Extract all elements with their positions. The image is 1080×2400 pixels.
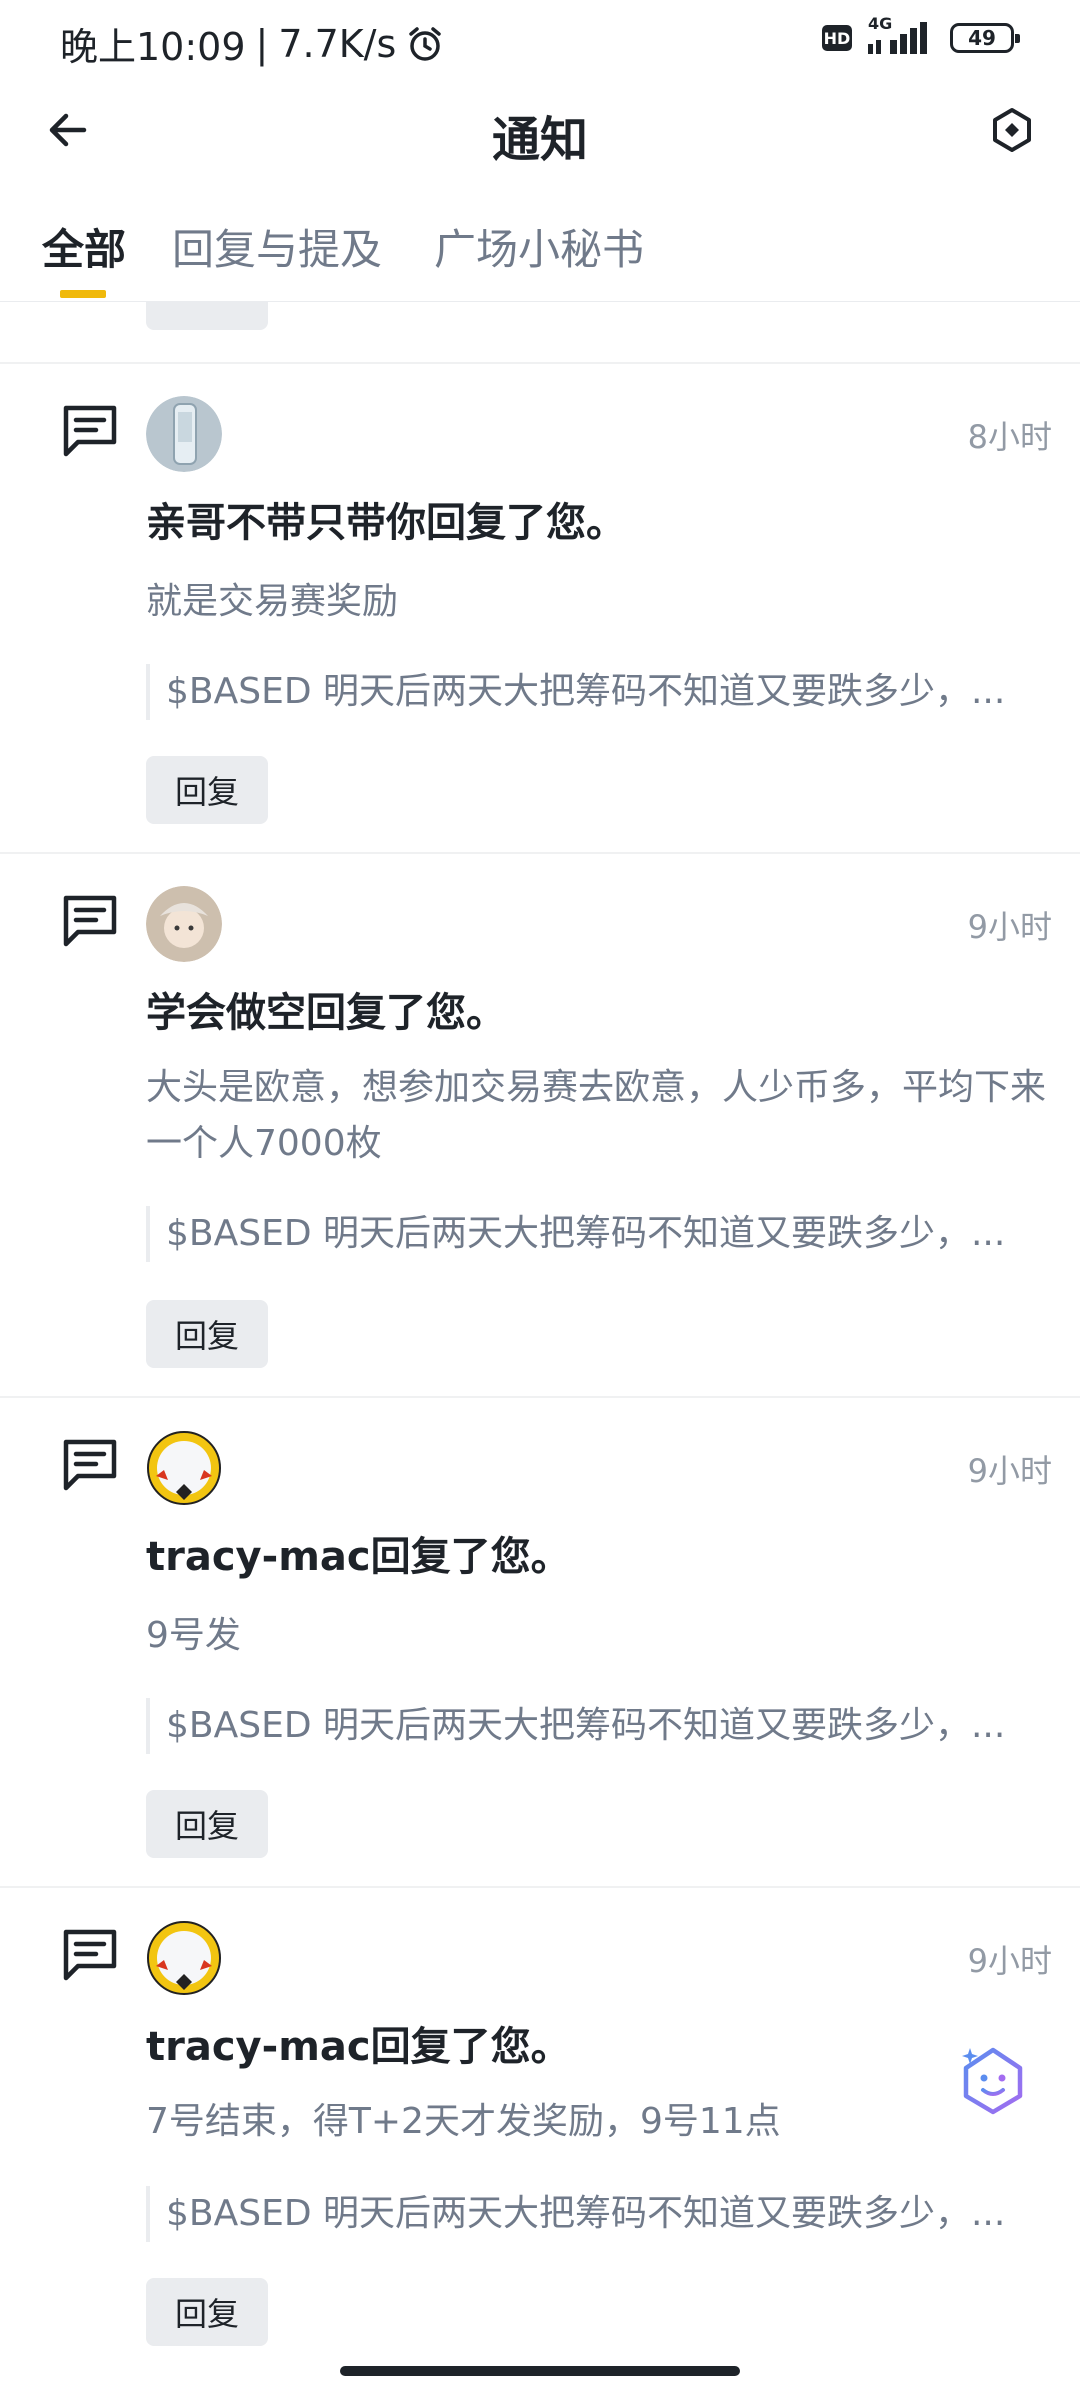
alarm-icon xyxy=(409,26,442,61)
avatar[interactable] xyxy=(146,396,222,472)
status-time: 晚上10:09 xyxy=(60,25,246,69)
reply-button[interactable]: 回复 xyxy=(146,756,268,824)
notification-feed[interactable]: 8小时 亲哥不带只带你回复了您。 就是交易赛奖励 $BASED 明天后两天大把筹… xyxy=(0,302,1080,2362)
hd-badge: HD xyxy=(822,25,852,51)
avatar[interactable] xyxy=(146,886,222,962)
avatar[interactable] xyxy=(146,1920,222,1996)
notification-body: 就是交易赛奖励 xyxy=(146,581,399,622)
quoted-post[interactable]: $BASED 明天后两天大把筹码不知道又要跌多少，... xyxy=(146,1206,1046,1262)
battery-level: 49 xyxy=(968,26,996,50)
battery-icon: 49 xyxy=(950,23,1020,53)
tab-all[interactable]: 全部 xyxy=(42,216,126,277)
notification-title: tracy-mac回复了您。 xyxy=(146,1534,571,1580)
notification-title: 亲哥不带只带你回复了您。 xyxy=(146,500,626,546)
status-speed: 7.7K/s xyxy=(278,21,397,66)
assistant-bot-icon[interactable] xyxy=(956,2044,1030,2118)
app-header: 通知 xyxy=(0,84,1080,176)
notification-body: 7号结束，得T+2天才发奖励，9号11点 xyxy=(146,2101,781,2142)
status-divider: | xyxy=(255,21,269,66)
settings-icon xyxy=(993,108,1031,152)
notification-title: tracy-mac回复了您。 xyxy=(146,2024,571,2070)
notification-card[interactable]: 8小时 亲哥不带只带你回复了您。 就是交易赛奖励 $BASED 明天后两天大把筹… xyxy=(0,364,1080,852)
reply-button[interactable]: 回复 xyxy=(146,2278,268,2346)
home-indicator[interactable] xyxy=(340,2366,740,2376)
notification-time: 9小时 xyxy=(967,1942,1052,1980)
tab-bar: 全部 回复与提及 广场小秘书 xyxy=(0,206,1080,302)
quoted-post[interactable]: $BASED 明天后两天大把筹码不知道又要跌多少，... xyxy=(146,664,1046,720)
notification-title: 学会做空回复了您。 xyxy=(146,990,506,1036)
tab-square-assistant[interactable]: 广场小秘书 xyxy=(434,216,644,277)
message-icon xyxy=(63,1929,117,1981)
message-icon xyxy=(63,405,117,457)
notification-body: 大头是欧意，想参加交易赛去欧意，人少币多，平均下来一个人7000枚 xyxy=(146,1067,1047,1164)
status-right: HD 4G 49 xyxy=(822,14,1020,58)
partial-reply-button[interactable] xyxy=(146,302,268,330)
network-type: 4G xyxy=(868,14,893,33)
avatar[interactable] xyxy=(146,1430,222,1506)
message-icon xyxy=(63,1439,117,1491)
reply-button[interactable]: 回复 xyxy=(146,1790,268,1858)
tab-replies-mentions[interactable]: 回复与提及 xyxy=(172,216,382,277)
notification-body: 9号发 xyxy=(146,1615,241,1656)
notification-card[interactable]: 9小时 tracy-mac回复了您。 9号发 $BASED 明天后两天大把筹码不… xyxy=(0,1398,1080,1886)
quoted-post[interactable]: $BASED 明天后两天大把筹码不知道又要跌多少，... xyxy=(146,2186,1046,2242)
notification-time: 8小时 xyxy=(967,418,1052,456)
quoted-post[interactable]: $BASED 明天后两天大把筹码不知道又要跌多少，... xyxy=(146,1698,1046,1754)
page-title: 通知 xyxy=(491,112,588,168)
reply-button[interactable]: 回复 xyxy=(146,1300,268,1368)
status-left: 晚上10:09 | 7.7K/s xyxy=(60,16,444,71)
tab-indicator xyxy=(60,290,106,298)
signal-icon: 4G xyxy=(866,14,936,58)
message-icon xyxy=(63,895,117,947)
notification-time: 9小时 xyxy=(967,1452,1052,1490)
notification-card[interactable]: 9小时 tracy-mac回复了您。 7号结束，得T+2天才发奖励，9号11点 … xyxy=(0,1888,1080,2362)
status-bar: 晚上10:09 | 7.7K/s HD 4G 49 xyxy=(0,0,1080,84)
settings-button[interactable] xyxy=(986,104,1038,156)
notification-time: 9小时 xyxy=(967,908,1052,946)
notification-card[interactable]: 9小时 学会做空回复了您。 大头是欧意，想参加交易赛去欧意，人少币多，平均下来一… xyxy=(0,854,1080,1396)
